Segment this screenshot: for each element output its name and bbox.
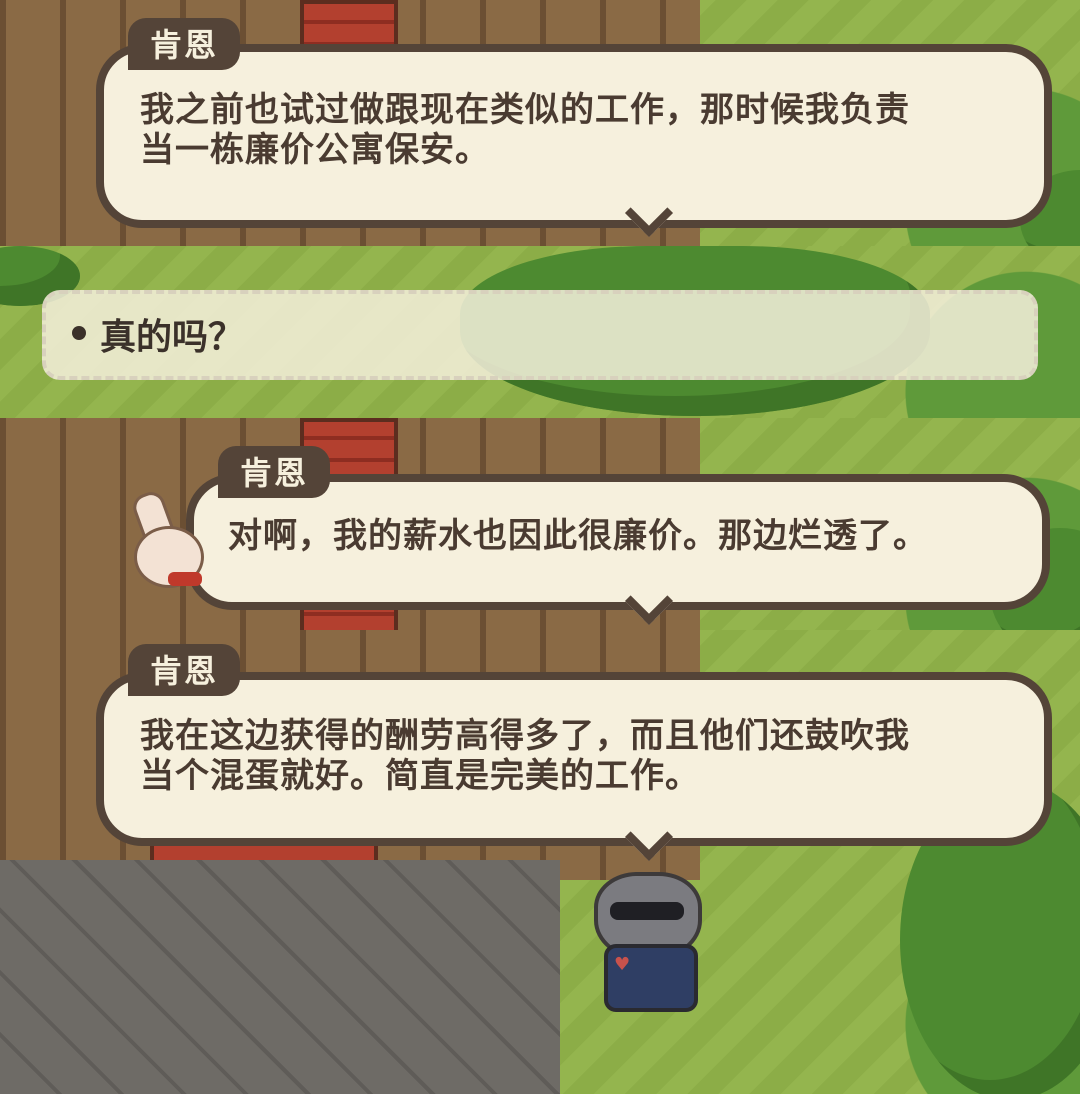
bunny-character [128,488,204,600]
bullet-dot-icon [72,326,86,340]
speech-bubble[interactable]: 我之前也试过做跟现在类似的工作，那时候我负责 当一栋廉价公寓保安。 [96,44,1052,228]
screenshot-panel-4: 我在这边获得的酬劳高得多了，而且他们还鼓吹我 当个混蛋就好。简直是完美的工作。 … [0,630,1080,1094]
rhino-character: ♥ [580,860,710,1012]
dialog-text: 我之前也试过做跟现在类似的工作，那时候我负责 当一栋廉价公寓保安。 [140,90,1020,170]
sunglasses-icon [610,902,684,920]
dialog-line: 我在这边获得的酬劳高得多了，而且他们还鼓吹我 [140,716,910,756]
screenshot-panel-1: 我之前也试过做跟现在类似的工作，那时候我负责 当一栋廉价公寓保安。 肯恩 [0,0,1080,246]
choice-option[interactable]: 真的吗？ [42,290,1038,380]
speaker-name-tag: 肯恩 [128,18,241,70]
dialog-line: 对啊，我的薪水也因此很廉价。那边烂透了。 [228,516,928,556]
speaker-name-tag: 肯恩 [128,644,241,696]
dialog-text: 对啊，我的薪水也因此很廉价。那边烂透了。 [228,516,1018,556]
heart-icon: ♥ [614,954,631,975]
dialog-text: 我在这边获得的酬劳高得多了，而且他们还鼓吹我 当个混蛋就好。简直是完美的工作。 [140,716,1020,796]
speech-bubble[interactable]: 我在这边获得的酬劳高得多了，而且他们还鼓吹我 当个混蛋就好。简直是完美的工作。 [96,672,1052,846]
dialog-line: 我之前也试过做跟现在类似的工作，那时候我负责 [140,90,910,130]
dialog-line: 当个混蛋就好。简直是完美的工作。 [140,756,700,796]
stone-floor [0,860,560,1094]
choice-label: 真的吗？ [100,317,245,358]
bunny-scarf [168,572,202,586]
screenshot-panel-2: 真的吗？ [0,246,1080,418]
dialog-line: 当一栋廉价公寓保安。 [140,130,490,170]
speaker-name-tag: 肯恩 [218,446,331,498]
